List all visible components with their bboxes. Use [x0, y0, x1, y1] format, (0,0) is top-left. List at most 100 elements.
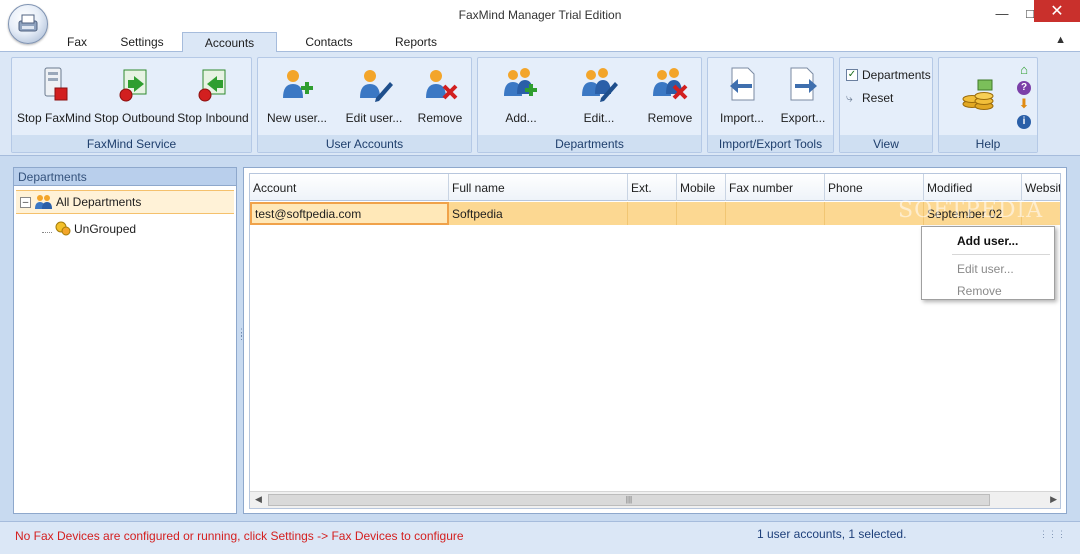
tab-settings[interactable]: Settings [105, 32, 179, 53]
stop-inbound-icon [198, 69, 226, 102]
tree-item-label: UnGrouped [74, 222, 137, 236]
tree-item-label: All Departments [56, 195, 142, 209]
stop-outbound-icon [119, 69, 147, 102]
tab-accounts[interactable]: Accounts [182, 32, 277, 53]
cell-full-name[interactable]: Softpedia [449, 202, 628, 225]
tree-item-all-departments[interactable]: – All Departments [16, 190, 234, 214]
import-icon [730, 67, 755, 101]
edit-user-button[interactable]: Edit user... [338, 62, 410, 132]
departments-toggle[interactable]: ✓ Departments [846, 66, 931, 84]
purchase-button[interactable] [953, 72, 1003, 142]
group-label-import-export: Import/Export Tools [708, 135, 833, 152]
scroll-left-icon[interactable]: ◀ [255, 494, 262, 505]
status-warning-text: No Fax Devices are configured or running… [15, 529, 464, 543]
cell-website[interactable] [1022, 202, 1060, 225]
column-header-mobile[interactable]: Mobile [677, 174, 726, 201]
column-header-fax-number[interactable]: Fax number [726, 174, 825, 201]
context-edit-user[interactable]: Edit user... [923, 258, 1053, 278]
stop-faxmind-button[interactable]: Stop FaxMind [16, 62, 92, 132]
app-menu-orb[interactable] [8, 4, 48, 44]
column-header-website[interactable]: Website [1022, 174, 1060, 201]
cell-fax-number[interactable] [726, 202, 825, 225]
group-label-faxmind-service: FaxMind Service [12, 135, 251, 152]
chevron-up-icon[interactable]: ▲ [1055, 34, 1066, 46]
resize-grip-icon[interactable]: ⋮⋮⋮ [1039, 530, 1066, 539]
collapse-icon[interactable]: – [20, 196, 31, 208]
tab-contacts[interactable]: Contacts [290, 32, 368, 53]
cell-ext[interactable] [628, 202, 677, 225]
column-header-modified[interactable]: Modified [924, 174, 1022, 201]
info-icon[interactable]: i [1013, 113, 1035, 130]
departments-panel-header: Departments [14, 168, 236, 186]
stop-inbound-button[interactable]: Stop Inbound [175, 62, 251, 132]
ribbon: Stop FaxMind Stop Outbound Stop Inbound … [0, 52, 1080, 156]
new-user-button[interactable]: New user... [264, 62, 330, 132]
remove-department-label: Remove [647, 111, 693, 125]
edit-department-button[interactable]: Edit... [570, 62, 628, 132]
scroll-right-icon[interactable]: ▶ [1050, 494, 1057, 505]
column-header-phone[interactable]: Phone [825, 174, 924, 201]
remove-department-button[interactable]: Remove [640, 62, 700, 132]
remove-user-label: Remove [417, 111, 463, 125]
table-row[interactable]: test@softpedia.com Softpedia September 0… [250, 202, 1060, 225]
edit-user-label: Edit user... [345, 111, 403, 125]
ungrouped-icon [55, 221, 71, 237]
reset-view-button[interactable]: ⤷ Reset [846, 89, 893, 107]
context-add-user[interactable]: Add user... [923, 230, 1053, 250]
stop-outbound-button[interactable]: Stop Outbound [94, 62, 175, 132]
column-header-full-name[interactable]: Full name [449, 174, 628, 201]
column-header-account[interactable]: Account [250, 174, 449, 201]
home-icon[interactable]: ⌂ [1013, 62, 1035, 79]
group-view: ✓ Departments ⤷ Reset View [839, 57, 933, 153]
remove-user-button[interactable]: Remove [410, 62, 470, 132]
help-icon[interactable]: ? [1013, 79, 1035, 96]
group-import-export: Import... Export... Import/Export Tools [707, 57, 834, 153]
department-group-icon [35, 194, 53, 210]
import-button[interactable]: Import... [712, 62, 772, 132]
add-department-button[interactable]: Add... [492, 62, 550, 132]
group-departments: Add... Edit... Remove Departments [477, 57, 702, 153]
cell-account[interactable]: test@softpedia.com [250, 202, 449, 225]
group-label-user-accounts: User Accounts [258, 135, 471, 152]
stop-faxmind-label: Stop FaxMind [16, 111, 92, 125]
group-label-help: Help [939, 135, 1037, 152]
export-button[interactable]: Export... [774, 62, 832, 132]
help-small-icons: ⌂ ? ⬇ i [1013, 62, 1035, 134]
add-group-icon [504, 68, 537, 96]
add-department-label: Add... [505, 111, 537, 125]
column-header-ext[interactable]: Ext. [628, 174, 677, 201]
splitter-grip[interactable]: ⋮ ⋮ [237, 328, 246, 350]
group-label-departments: Departments [478, 135, 701, 152]
accounts-grid-panel: Account Full name Ext. Mobile Fax number… [243, 167, 1067, 514]
tab-fax[interactable]: Fax [54, 32, 100, 53]
tree-item-ungrouped[interactable]: UnGrouped [16, 217, 234, 241]
context-remove[interactable]: Remove [923, 280, 1053, 300]
minimize-icon[interactable]: — [988, 0, 1016, 26]
group-user-accounts: New user... Edit user... Remove User Acc… [257, 57, 472, 153]
stop-outbound-label: Stop Outbound [94, 111, 175, 125]
status-bar: No Fax Devices are configured or running… [0, 521, 1080, 554]
reset-label: Reset [862, 91, 894, 105]
close-icon[interactable]: ✕ [1034, 0, 1080, 22]
group-faxmind-service: Stop FaxMind Stop Outbound Stop Inbound … [11, 57, 252, 153]
cell-mobile[interactable] [677, 202, 726, 225]
tree-connector [42, 225, 52, 233]
group-label-view: View [840, 135, 932, 152]
remove-user-icon [426, 70, 458, 100]
accounts-grid: Account Full name Ext. Mobile Fax number… [249, 173, 1061, 509]
departments-panel: Departments – All Departments UnGrouped [13, 167, 237, 514]
fax-machine-icon [18, 14, 38, 32]
checkbox-checked-icon: ✓ [846, 69, 858, 81]
edit-user-icon [360, 70, 393, 102]
tab-reports[interactable]: Reports [378, 32, 454, 53]
export-label: Export... [780, 111, 826, 125]
horizontal-scrollbar[interactable]: ◀ ||| ▶ [250, 491, 1060, 508]
cell-phone[interactable] [825, 202, 924, 225]
ribbon-tab-bar: Fax Settings Accounts Contacts Reports ▲ [0, 30, 1080, 53]
download-icon[interactable]: ⬇ [1013, 96, 1035, 113]
cell-modified[interactable]: September 02 [924, 202, 1022, 225]
coins-icon [962, 79, 994, 110]
grid-header: Account Full name Ext. Mobile Fax number… [250, 174, 1060, 201]
scrollbar-thumb[interactable]: ||| [268, 494, 990, 506]
context-separator [952, 254, 1050, 255]
